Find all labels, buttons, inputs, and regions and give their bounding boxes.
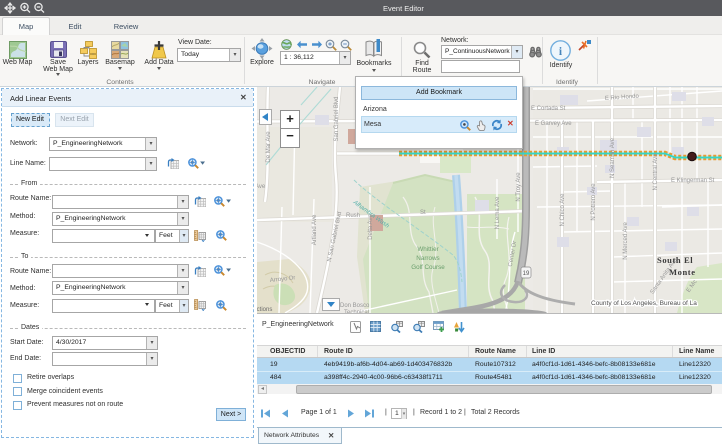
svg-text:Monte: Monte bbox=[669, 267, 696, 277]
svg-text:Golf Course: Golf Course bbox=[411, 264, 445, 271]
svg-text:Artland Ave: Artland Ave bbox=[312, 214, 318, 245]
svg-text:N Chico Ave: N Chico Ave bbox=[560, 193, 566, 227]
svg-text:South El: South El bbox=[657, 255, 693, 265]
svg-text:Don Bosco: Don Bosco bbox=[340, 303, 370, 309]
svg-text:De Mar Ave: De Mar Ave bbox=[266, 131, 272, 163]
svg-text:E Cortada St: E Cortada St bbox=[531, 106, 566, 112]
svg-text:wes Ave: wes Ave bbox=[257, 184, 266, 190]
svg-text:N Central Ave: N Central Ave bbox=[653, 153, 659, 191]
svg-text:N Potrero Ave: N Potrero Ave bbox=[591, 183, 597, 221]
svg-text:San Gabriel Blvd: San Gabriel Blvd bbox=[334, 96, 340, 141]
svg-text:N Seaman Ave: N Seaman Ave bbox=[610, 137, 616, 178]
svg-text:N Troy Ave: N Troy Ave bbox=[516, 172, 522, 202]
svg-text:Narrows: Narrows bbox=[416, 255, 439, 262]
svg-text:Rush: Rush bbox=[346, 213, 360, 219]
svg-text:County of Los Angeles, Bureau: County of Los Angeles, Bureau of La bbox=[591, 300, 697, 307]
svg-text:St: St bbox=[420, 210, 426, 216]
svg-text:19: 19 bbox=[523, 271, 530, 277]
svg-text:Whittier: Whittier bbox=[417, 246, 438, 253]
svg-text:N Merced Ave: N Merced Ave bbox=[623, 222, 629, 260]
svg-text:E Klingerman St: E Klingerman St bbox=[671, 178, 715, 184]
svg-text:E Garvey Ave: E Garvey Ave bbox=[535, 121, 572, 127]
svg-text:N Lema Ave: N Lema Ave bbox=[495, 196, 501, 229]
